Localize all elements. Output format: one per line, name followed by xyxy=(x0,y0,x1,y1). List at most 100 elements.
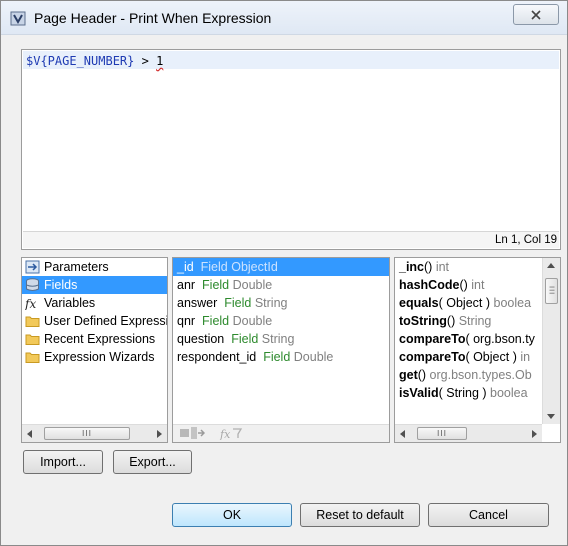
ok-button[interactable]: OK xyxy=(172,503,292,527)
field-name: _id xyxy=(177,260,194,274)
category-item[interactable]: fx Variables xyxy=(22,294,167,312)
method-return: String xyxy=(455,314,492,328)
export-button[interactable]: Export... xyxy=(113,450,192,474)
category-item[interactable]: User Defined Expressi xyxy=(22,312,167,330)
field-name: respondent_id xyxy=(177,350,257,364)
field-name: qnr xyxy=(177,314,196,328)
scroll-down-icon[interactable] xyxy=(547,414,555,419)
cancel-button[interactable]: Cancel xyxy=(428,503,549,527)
field-kind: Field xyxy=(200,260,228,274)
field-type: ObjectId xyxy=(231,260,278,274)
category-label: Fields xyxy=(44,278,78,292)
field-item[interactable]: respondent_id Field Double xyxy=(173,348,389,366)
method-item[interactable]: get() org.bson.types.Ob xyxy=(395,366,542,384)
field-name: question xyxy=(177,332,225,346)
grip-text: III xyxy=(436,428,448,438)
field-kind: Field xyxy=(263,350,291,364)
scroll-thumb[interactable]: III xyxy=(44,427,130,440)
methods-hscrollbar[interactable]: III xyxy=(395,424,542,442)
category-panel: Parameters Fields fx Variables User Defined … xyxy=(21,257,168,443)
vgrip-text: III xyxy=(547,286,556,296)
field-type: String xyxy=(254,296,288,310)
method-name: toString xyxy=(399,314,447,328)
expression-number: 1 xyxy=(156,54,164,68)
fields-panel: _id Field ObjectId anr Field Double answer… xyxy=(172,257,390,443)
method-return: boolea xyxy=(486,386,528,400)
method-return: int xyxy=(467,278,485,292)
method-signature: ( Object ) xyxy=(438,296,491,310)
title-bar: Page Header - Print When Expression xyxy=(1,1,567,35)
method-name: equals xyxy=(399,296,439,310)
field-kind: Field xyxy=(231,332,259,346)
insert-field-icon[interactable] xyxy=(179,426,205,440)
field-item[interactable]: _id Field ObjectId xyxy=(173,258,389,276)
category-label: Variables xyxy=(44,296,96,310)
scroll-left-icon[interactable] xyxy=(27,430,32,438)
method-name: _inc xyxy=(399,260,425,274)
method-name: compareTo xyxy=(399,332,466,346)
method-return: org.bson.types.Ob xyxy=(426,368,532,382)
field-kind: Field xyxy=(224,296,252,310)
method-signature: ( Object ) xyxy=(465,350,517,364)
method-item[interactable]: toString() String xyxy=(395,312,542,330)
method-item[interactable]: compareTo( Object ) in xyxy=(395,348,542,366)
method-item[interactable]: compareTo( org.bson.ty xyxy=(395,330,542,348)
field-list: _id Field ObjectId anr Field Double answer… xyxy=(173,258,389,424)
method-item[interactable]: hashCode() int xyxy=(395,276,542,294)
field-type: Double xyxy=(232,314,273,328)
field-name: anr xyxy=(177,278,196,292)
method-signature: () xyxy=(446,314,456,328)
method-list: _inc() int hashCode() int equals( Object )… xyxy=(395,258,542,424)
folder-icon xyxy=(25,332,40,346)
category-label: User Defined Expressi xyxy=(44,314,167,328)
folder-icon xyxy=(25,350,40,364)
field-type: Double xyxy=(232,278,273,292)
category-hscrollbar[interactable]: III xyxy=(22,424,167,442)
method-name: hashCode xyxy=(399,278,460,292)
expression-text[interactable]: $V{PAGE_NUMBER} > 1 xyxy=(26,54,163,68)
field-item[interactable]: anr Field Double xyxy=(173,276,389,294)
category-item[interactable]: Parameters xyxy=(22,258,167,276)
folder-icon xyxy=(25,314,40,328)
app-icon xyxy=(10,11,26,26)
field-kind: Field xyxy=(202,278,230,292)
scroll-right-icon[interactable] xyxy=(157,430,162,438)
method-name: compareTo xyxy=(399,350,466,364)
field-name: answer xyxy=(177,296,218,310)
category-label: Recent Expressions xyxy=(44,332,156,346)
category-item[interactable]: Recent Expressions xyxy=(22,330,167,348)
method-name: get xyxy=(399,368,418,382)
category-item[interactable]: Fields xyxy=(22,276,167,294)
insert-function-icon[interactable]: fx xyxy=(219,426,245,440)
field-item[interactable]: question Field String xyxy=(173,330,389,348)
scroll-right-icon[interactable] xyxy=(532,430,537,438)
methods-panel: _inc() int hashCode() int equals( Object )… xyxy=(394,257,561,443)
method-signature: ( org.bson.ty xyxy=(465,332,535,346)
vscroll-thumb[interactable]: III xyxy=(545,278,558,304)
svg-text:fx: fx xyxy=(219,428,231,440)
method-signature: () xyxy=(459,278,468,292)
grip-text: III xyxy=(81,428,93,438)
field-item[interactable]: answer Field String xyxy=(173,294,389,312)
import-button[interactable]: Import... xyxy=(23,450,103,474)
expression-editor[interactable]: $V{PAGE_NUMBER} > 1 Ln 1, Col 19 xyxy=(21,49,561,250)
scroll-thumb[interactable]: III xyxy=(417,427,467,440)
field-type: Double xyxy=(293,350,334,364)
svg-text:fx: fx xyxy=(25,297,36,310)
scroll-up-icon[interactable] xyxy=(547,263,555,268)
category-label: Parameters xyxy=(44,260,109,274)
method-item[interactable]: equals( Object ) boolea xyxy=(395,294,542,312)
method-item[interactable]: _inc() int xyxy=(395,258,542,276)
category-label: Expression Wizards xyxy=(44,350,155,364)
category-item[interactable]: Expression Wizards xyxy=(22,348,167,366)
method-item[interactable]: isValid( String ) boolea xyxy=(395,384,542,402)
methods-vscrollbar[interactable]: III xyxy=(542,258,560,424)
editor-status-bar: Ln 1, Col 19 xyxy=(23,231,559,248)
reset-button[interactable]: Reset to default xyxy=(300,503,420,527)
cursor-position: Ln 1, Col 19 xyxy=(494,234,557,246)
close-button[interactable] xyxy=(513,4,559,25)
field-item[interactable]: qnr Field Double xyxy=(173,312,389,330)
fields-icon xyxy=(25,278,40,292)
expression-operator: > xyxy=(134,54,157,68)
scroll-left-icon[interactable] xyxy=(400,430,405,438)
